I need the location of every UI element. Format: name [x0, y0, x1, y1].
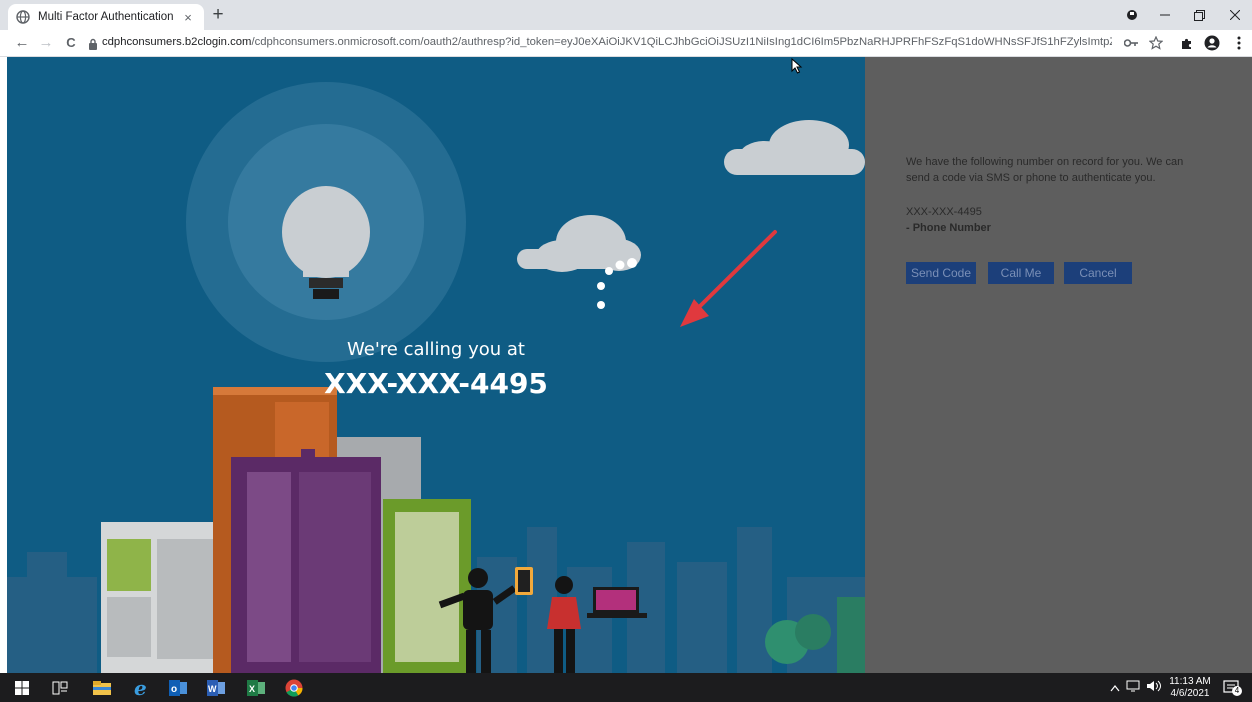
file-explorer-icon[interactable] — [92, 678, 112, 698]
svg-text:o: o — [171, 684, 177, 695]
mfa-side-panel: We have the following number on record f… — [865, 57, 1252, 673]
menu-icon[interactable] — [1230, 34, 1248, 52]
tab-strip: Multi Factor Authentication × + — [0, 0, 1252, 30]
new-tab-button[interactable]: + — [208, 5, 228, 25]
word-icon[interactable]: W — [206, 678, 226, 698]
browser-toolbar: ← → C cdphconsumers.b2clogin.com/cdphcon… — [0, 30, 1252, 57]
profile-dot-icon[interactable] — [1124, 4, 1140, 26]
mfa-message: We have the following number on record f… — [906, 156, 1184, 184]
restore-icon[interactable] — [1188, 4, 1210, 26]
call-me-button[interactable]: Call Me — [988, 262, 1054, 284]
back-button[interactable]: ← — [12, 33, 32, 53]
globe-icon — [16, 10, 30, 24]
volume-icon[interactable] — [1146, 680, 1162, 695]
svg-text:e: e — [134, 679, 147, 697]
internet-explorer-icon[interactable]: e — [132, 678, 152, 698]
windows-start-icon[interactable] — [12, 678, 32, 698]
profile-icon[interactable] — [1203, 34, 1221, 52]
calling-label: We're calling you at — [347, 339, 525, 360]
notification-count: 4 — [1232, 686, 1242, 696]
bookmark-star-icon[interactable] — [1147, 34, 1165, 52]
network-icon[interactable] — [1126, 680, 1140, 695]
clock-time: 11:13 AM — [1169, 676, 1211, 687]
tab-title: Multi Factor Authentication — [38, 11, 174, 23]
close-tab-icon[interactable]: × — [180, 10, 196, 25]
extensions-icon[interactable] — [1178, 34, 1196, 52]
forward-button[interactable]: → — [36, 33, 56, 53]
lock-icon[interactable] — [88, 37, 98, 50]
notification-center-icon[interactable]: 4 — [1222, 678, 1242, 698]
minimize-icon[interactable] — [1154, 4, 1176, 26]
url-host: cdphconsumers.b2clogin.com — [102, 36, 252, 48]
task-view-icon[interactable] — [50, 678, 70, 698]
close-window-icon[interactable] — [1224, 4, 1246, 26]
url-path: /cdphconsumers.onmicrosoft.com/oauth2/au… — [251, 36, 1112, 48]
excel-icon[interactable]: X — [246, 678, 266, 698]
browser-tab[interactable]: Multi Factor Authentication × — [8, 4, 204, 30]
taskbar: e o W X 11:13 AM 4/6/2021 4 — [0, 673, 1252, 702]
phone-number-label: - Phone Number — [906, 222, 991, 234]
page-content: We're calling you at XXX-XXX-4495 We hav… — [7, 57, 1252, 673]
cancel-button[interactable]: Cancel — [1064, 262, 1132, 284]
system-tray — [1110, 673, 1162, 702]
outlook-icon[interactable]: o — [168, 678, 188, 698]
address-bar[interactable]: cdphconsumers.b2clogin.com/cdphconsumers… — [102, 36, 1112, 48]
calling-number: XXX-XXX-4495 — [324, 367, 548, 400]
svg-text:W: W — [208, 684, 217, 694]
clock-date: 4/6/2021 — [1170, 688, 1210, 699]
hero-illustration: We're calling you at XXX-XXX-4495 — [7, 57, 865, 673]
send-code-button[interactable]: Send Code — [906, 262, 976, 284]
reload-button[interactable]: C — [61, 33, 81, 53]
city-illustration — [7, 82, 865, 673]
chevron-up-icon[interactable] — [1110, 681, 1120, 695]
chrome-icon[interactable] — [284, 678, 304, 698]
key-icon[interactable] — [1122, 34, 1140, 52]
phone-number: XXX-XXX-4495 — [906, 206, 982, 218]
mouse-cursor-icon — [791, 58, 803, 74]
taskbar-clock[interactable]: 11:13 AM 4/6/2021 — [1164, 676, 1216, 700]
svg-text:X: X — [249, 684, 255, 694]
